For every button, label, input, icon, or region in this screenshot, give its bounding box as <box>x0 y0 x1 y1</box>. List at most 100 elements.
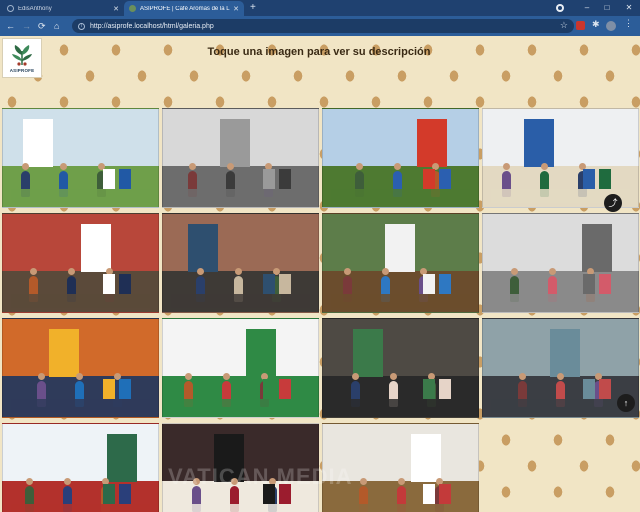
photo-banner <box>220 119 250 167</box>
photo-coffee-bag <box>423 169 435 189</box>
url-text[interactable]: http://asiprofe.localhost/html/galeria.p… <box>90 23 214 30</box>
photo-coffee-bag <box>103 379 115 399</box>
photo-coffee-bag <box>423 379 435 399</box>
gallery-photo[interactable] <box>162 108 319 208</box>
arrow-up-icon: ↑ <box>623 398 629 408</box>
photo-coffee-bag <box>439 274 451 294</box>
tab-strip: EdisAnthony ✕ ASIPROFE | Café Aromas de … <box>0 0 640 16</box>
back-icon[interactable]: ← <box>6 19 15 33</box>
photo-banner <box>23 119 53 167</box>
photo-coffee-bag <box>279 169 291 189</box>
photo-coffee-bag <box>279 274 291 294</box>
home-icon[interactable]: ⌂ <box>54 19 59 33</box>
new-tab-button[interactable]: + <box>250 1 256 15</box>
page-title: Toque una imagen para ver su descripción <box>207 46 431 58</box>
photo-table <box>11 189 150 203</box>
photo-coffee-bag <box>583 274 595 294</box>
address-bar[interactable]: i http://asiprofe.localhost/html/galeria… <box>72 19 574 33</box>
photo-table <box>171 294 310 308</box>
gallery-photo[interactable] <box>162 318 319 418</box>
info-icon[interactable]: i <box>78 22 85 30</box>
globe-icon <box>7 5 14 12</box>
extensions-puzzle-icon[interactable]: ✱ <box>592 19 601 29</box>
gallery-photo[interactable] <box>322 108 479 208</box>
gallery-photo[interactable] <box>322 213 479 313</box>
extension-red-icon[interactable] <box>576 21 585 30</box>
photo-banner <box>417 119 447 167</box>
photo-coffee-bag <box>263 379 275 399</box>
photo-banner <box>353 329 383 377</box>
asiprofe-logo[interactable]: ASIPROFE <box>2 38 42 78</box>
photo-table <box>11 294 150 308</box>
photo-coffee-bag <box>263 274 275 294</box>
minimize-button[interactable]: – <box>578 0 596 16</box>
gallery-photo[interactable] <box>162 213 319 313</box>
photo-gallery <box>0 108 640 512</box>
maximize-button[interactable]: □ <box>598 0 616 16</box>
close-window-button[interactable]: ✕ <box>620 0 638 16</box>
photo-coffee-bag <box>119 484 131 504</box>
photo-coffee-bag <box>103 169 115 189</box>
tab-edisanthony[interactable]: EdisAnthony ✕ <box>2 1 124 16</box>
photo-table <box>331 189 470 203</box>
gallery-photo[interactable] <box>2 318 159 418</box>
tab-asiprofe[interactable]: ASIPROFE | Café Aromas de la L ✕ <box>124 1 244 16</box>
photo-coffee-bag <box>599 169 611 189</box>
photo-table <box>331 294 470 308</box>
photo-coffee-bag <box>119 379 131 399</box>
photo-banner <box>582 224 612 272</box>
photo-coffee-bag <box>439 379 451 399</box>
photo-banner <box>49 329 79 377</box>
gallery-photo[interactable] <box>2 108 159 208</box>
photo-banner <box>107 434 137 482</box>
photo-coffee-bag <box>423 274 435 294</box>
photo-coffee-bag <box>583 169 595 189</box>
photo-coffee-bag <box>599 379 611 399</box>
gallery-photo[interactable] <box>482 213 639 313</box>
gallery-photo[interactable] <box>2 213 159 313</box>
photo-banner <box>246 329 276 377</box>
photo-table <box>11 399 150 413</box>
photo-coffee-bag <box>119 169 131 189</box>
scroll-to-top-button[interactable]: ↑ <box>617 394 635 412</box>
photo-table <box>331 504 470 512</box>
gallery-photo[interactable] <box>482 108 639 208</box>
photo-coffee-bag <box>439 484 451 504</box>
close-icon[interactable]: ✕ <box>113 5 119 13</box>
photo-table <box>491 294 630 308</box>
profile-avatar[interactable] <box>606 21 616 31</box>
photo-coffee-bag <box>599 274 611 294</box>
share-button[interactable]: ⤴ <box>604 194 622 212</box>
photo-coffee-bag <box>439 169 451 189</box>
photo-banner <box>385 224 415 272</box>
menu-kebab-icon[interactable]: ⋮ <box>624 18 633 28</box>
page-viewport: ASIPROFE Toque una imagen para ver su de… <box>0 36 640 512</box>
photo-banner <box>550 329 580 377</box>
logo-text: ASIPROFE <box>9 68 35 73</box>
gallery-photo[interactable] <box>2 423 159 512</box>
photo-coffee-bag <box>263 169 275 189</box>
tab-title: EdisAnthony <box>18 5 52 12</box>
tab-title: ASIPROFE | Café Aromas de la L <box>140 5 230 12</box>
gallery-photo[interactable] <box>322 318 479 418</box>
photo-coffee-bag <box>583 379 595 399</box>
photo-table <box>171 189 310 203</box>
photo-coffee-bag <box>279 379 291 399</box>
watermark-text: VATICAN MEDIA <box>168 464 353 489</box>
photo-table <box>331 399 470 413</box>
photo-coffee-bag <box>103 274 115 294</box>
forward-icon[interactable]: → <box>22 19 31 33</box>
photo-banner <box>188 224 218 272</box>
photo-table <box>171 399 310 413</box>
browser-toolbar: ← → ⟳ ⌂ i http://asiprofe.localhost/html… <box>0 16 640 36</box>
site-favicon-icon <box>129 5 136 12</box>
photo-table <box>491 399 630 413</box>
photo-table <box>11 504 150 512</box>
record-icon[interactable] <box>556 4 564 12</box>
close-icon[interactable]: ✕ <box>233 5 239 13</box>
photo-coffee-bag <box>423 484 435 504</box>
gallery-photo[interactable] <box>482 318 639 418</box>
photo-coffee-bag <box>103 484 115 504</box>
reload-icon[interactable]: ⟳ <box>38 19 46 33</box>
bookmark-star-icon[interactable]: ☆ <box>560 20 568 31</box>
